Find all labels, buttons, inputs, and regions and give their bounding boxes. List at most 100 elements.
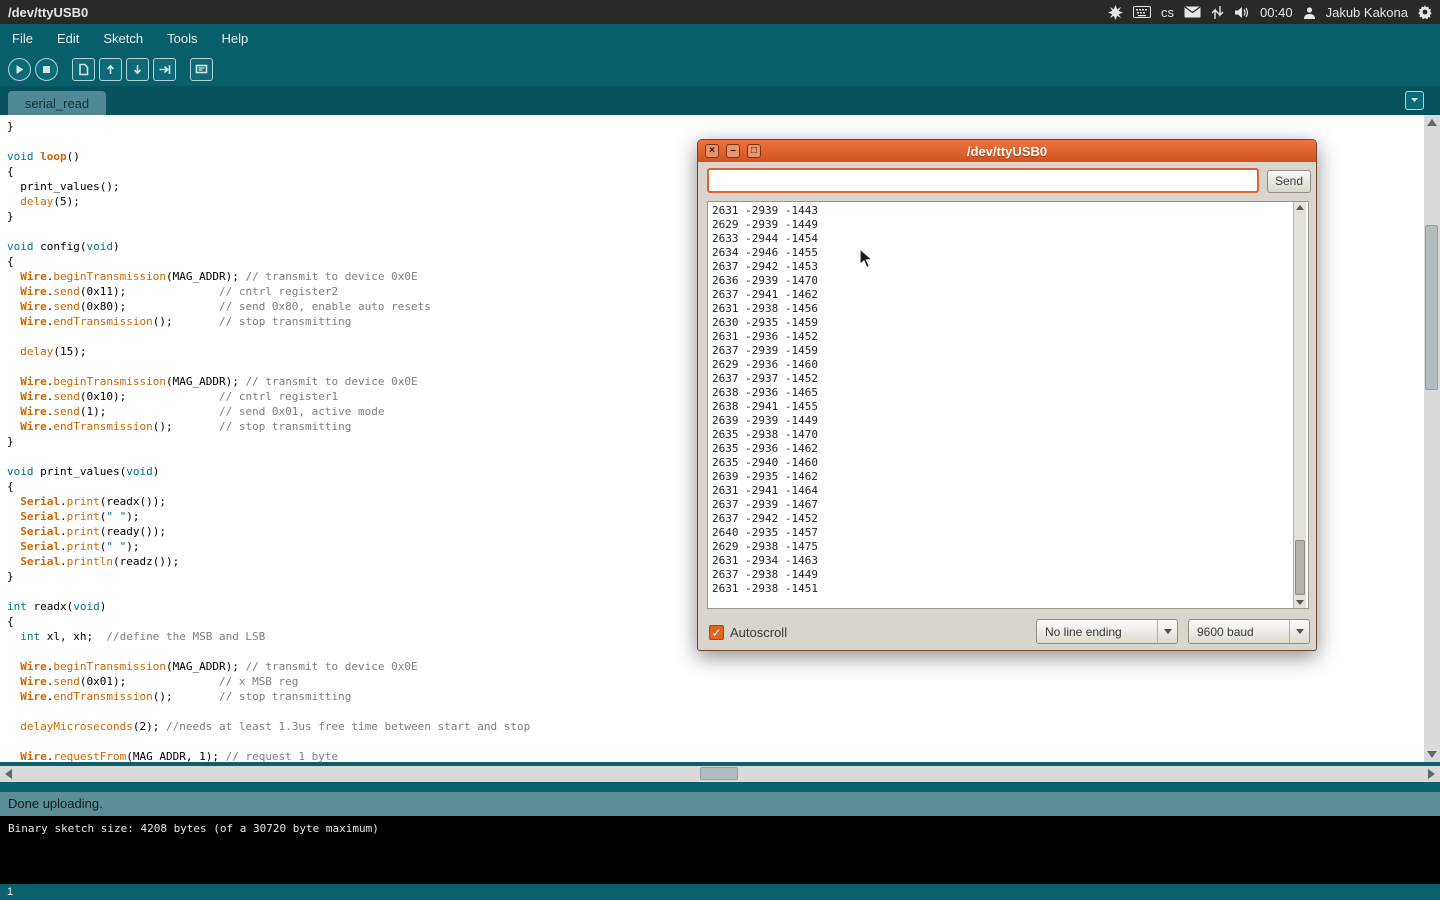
scroll-right-arrow-icon[interactable] bbox=[1428, 769, 1435, 779]
dropdown-arrow-icon[interactable] bbox=[1289, 620, 1309, 643]
serial-output-line: 2631 -2941 -1464 bbox=[712, 484, 1304, 498]
code-line: Wire.endTransmission(); // stop transmit… bbox=[7, 689, 1424, 704]
session-gear-icon[interactable] bbox=[1418, 5, 1432, 19]
line-indicator: 1 bbox=[7, 886, 13, 898]
autoscroll-label: Autoscroll bbox=[730, 625, 787, 640]
code-line: } bbox=[7, 119, 1424, 134]
serial-output-line: 2637 -2939 -1467 bbox=[712, 498, 1304, 512]
serial-output-line: 2629 -2936 -1460 bbox=[712, 358, 1304, 372]
menu-item-help[interactable]: Help bbox=[221, 31, 248, 46]
toolbar bbox=[0, 52, 1440, 86]
serial-output-line: 2631 -2938 -1456 bbox=[712, 302, 1304, 316]
tab-label: serial_read bbox=[25, 96, 89, 111]
stop-button[interactable] bbox=[35, 58, 58, 81]
new-button[interactable] bbox=[72, 58, 95, 81]
menu-item-edit[interactable]: Edit bbox=[57, 31, 79, 46]
network-sync-icon[interactable] bbox=[1211, 6, 1224, 19]
editor-horizontal-scrollbar[interactable] bbox=[0, 766, 1440, 782]
serial-monitor-button[interactable] bbox=[190, 58, 213, 81]
serial-output-line: 2637 -2941 -1462 bbox=[712, 288, 1304, 302]
serial-output-line: 2637 -2937 -1452 bbox=[712, 372, 1304, 386]
keyboard-layout-indicator[interactable]: cs bbox=[1161, 5, 1174, 20]
serial-output-line: 2635 -2940 -1460 bbox=[712, 456, 1304, 470]
clock[interactable]: 00:40 bbox=[1260, 5, 1293, 20]
serial-output-line: 2635 -2938 -1470 bbox=[712, 428, 1304, 442]
editor-hscroll-thumb[interactable] bbox=[700, 767, 738, 780]
code-line: Wire.requestFrom(MAG_ADDR, 1); // reques… bbox=[7, 749, 1424, 762]
baud-rate-dropdown[interactable]: 9600 baud bbox=[1188, 619, 1310, 644]
save-button[interactable] bbox=[126, 58, 149, 81]
open-button[interactable] bbox=[99, 58, 122, 81]
scroll-up-arrow-icon[interactable] bbox=[1427, 119, 1437, 126]
serial-icon bbox=[195, 63, 208, 76]
line-ending-value: No line ending bbox=[1037, 625, 1157, 639]
stop-icon bbox=[40, 63, 53, 76]
keyboard-icon[interactable] bbox=[1133, 6, 1151, 18]
serial-output-line: 2640 -2935 -1457 bbox=[712, 526, 1304, 540]
serial-output-line: 2637 -2942 -1452 bbox=[712, 512, 1304, 526]
serial-scroll-thumb[interactable] bbox=[1295, 540, 1305, 595]
autoscroll-checkbox[interactable]: ✓ bbox=[709, 625, 724, 640]
serial-scroll-up-icon[interactable] bbox=[1296, 205, 1304, 210]
mouse-cursor bbox=[858, 248, 878, 275]
send-button[interactable]: Send bbox=[1267, 170, 1311, 193]
serial-output-scrollbar[interactable] bbox=[1293, 202, 1306, 608]
serial-output-line: 2633 -2944 -1454 bbox=[712, 232, 1304, 246]
panel-window-title: /dev/ttyUSB0 bbox=[0, 5, 88, 20]
tab-menu-button[interactable] bbox=[1405, 91, 1424, 110]
menu-item-file[interactable]: File bbox=[12, 31, 33, 46]
serial-output-line: 2630 -2935 -1459 bbox=[712, 316, 1304, 330]
verify-button[interactable] bbox=[8, 58, 31, 81]
user-icon[interactable] bbox=[1303, 6, 1316, 19]
serial-output-line: 2631 -2934 -1463 bbox=[712, 554, 1304, 568]
serial-monitor-title: /dev/ttyUSB0 bbox=[698, 144, 1316, 159]
verify-icon bbox=[13, 63, 26, 76]
line-ending-dropdown[interactable]: No line ending bbox=[1036, 619, 1178, 644]
serial-output-line: 2639 -2939 -1449 bbox=[712, 414, 1304, 428]
serial-send-input[interactable] bbox=[707, 168, 1259, 193]
baud-rate-value: 9600 baud bbox=[1189, 625, 1289, 639]
indicator-icon[interactable] bbox=[1108, 5, 1123, 20]
serial-output-line: 2631 -2938 -1451 bbox=[712, 582, 1304, 596]
serial-output-line: 2637 -2938 -1449 bbox=[712, 568, 1304, 582]
code-line bbox=[7, 734, 1424, 749]
serial-scroll-down-icon[interactable] bbox=[1296, 600, 1304, 605]
scroll-left-arrow-icon[interactable] bbox=[5, 769, 12, 779]
menu-item-sketch[interactable]: Sketch bbox=[103, 31, 143, 46]
code-line bbox=[7, 704, 1424, 719]
code-line: Wire.send(0x01); // x MSB reg bbox=[7, 674, 1424, 689]
dropdown-arrow-icon[interactable] bbox=[1157, 620, 1177, 643]
editor-vscroll-thumb[interactable] bbox=[1425, 225, 1438, 390]
serial-output-line: 2637 -2942 -1453 bbox=[712, 260, 1304, 274]
serial-output-line: 2639 -2935 -1462 bbox=[712, 470, 1304, 484]
serial-monitor-window: × – □ /dev/ttyUSB0 Send 2631 -2939 -1443… bbox=[697, 139, 1317, 651]
menu-bar: File Edit Sketch Tools Help bbox=[0, 24, 1440, 52]
window-maximize-button[interactable]: □ bbox=[747, 144, 761, 158]
tab-serial-read[interactable]: serial_read bbox=[8, 91, 106, 115]
serial-output-area[interactable]: 2631 -2939 -14432629 -2939 -14492633 -29… bbox=[707, 201, 1309, 609]
upload-button[interactable] bbox=[153, 58, 176, 81]
line-indicator-bar: 1 bbox=[0, 884, 1440, 900]
serial-output-line: 2634 -2946 -1455 bbox=[712, 246, 1304, 260]
tab-menu-icon bbox=[1409, 92, 1420, 110]
serial-output-line: 2629 -2939 -1449 bbox=[712, 218, 1304, 232]
serial-output-line: 2636 -2939 -1470 bbox=[712, 274, 1304, 288]
top-panel: /dev/ttyUSB0 cs 00:40 Jakub Kakona bbox=[0, 0, 1440, 24]
window-minimize-button[interactable]: – bbox=[726, 144, 740, 158]
open-icon bbox=[104, 63, 117, 76]
username[interactable]: Jakub Kakona bbox=[1326, 5, 1408, 20]
serial-monitor-controls: ✓ Autoscroll No line ending 9600 baud bbox=[698, 618, 1316, 646]
status-bar: Done uploading. bbox=[0, 792, 1440, 816]
upload-icon bbox=[158, 63, 171, 76]
editor-vertical-scrollbar[interactable] bbox=[1424, 115, 1440, 762]
console-text: Binary sketch size: 4208 bytes (of a 307… bbox=[8, 822, 379, 835]
volume-icon[interactable] bbox=[1234, 6, 1250, 19]
serial-monitor-titlebar[interactable]: × – □ /dev/ttyUSB0 bbox=[698, 140, 1316, 162]
mail-icon[interactable] bbox=[1184, 6, 1201, 18]
window-close-button[interactable]: × bbox=[705, 144, 719, 158]
status-message: Done uploading. bbox=[8, 796, 103, 811]
menu-item-tools[interactable]: Tools bbox=[167, 31, 197, 46]
serial-output-line: 2631 -2936 -1452 bbox=[712, 330, 1304, 344]
serial-output-line: 2637 -2939 -1459 bbox=[712, 344, 1304, 358]
scroll-down-arrow-icon[interactable] bbox=[1427, 751, 1437, 758]
